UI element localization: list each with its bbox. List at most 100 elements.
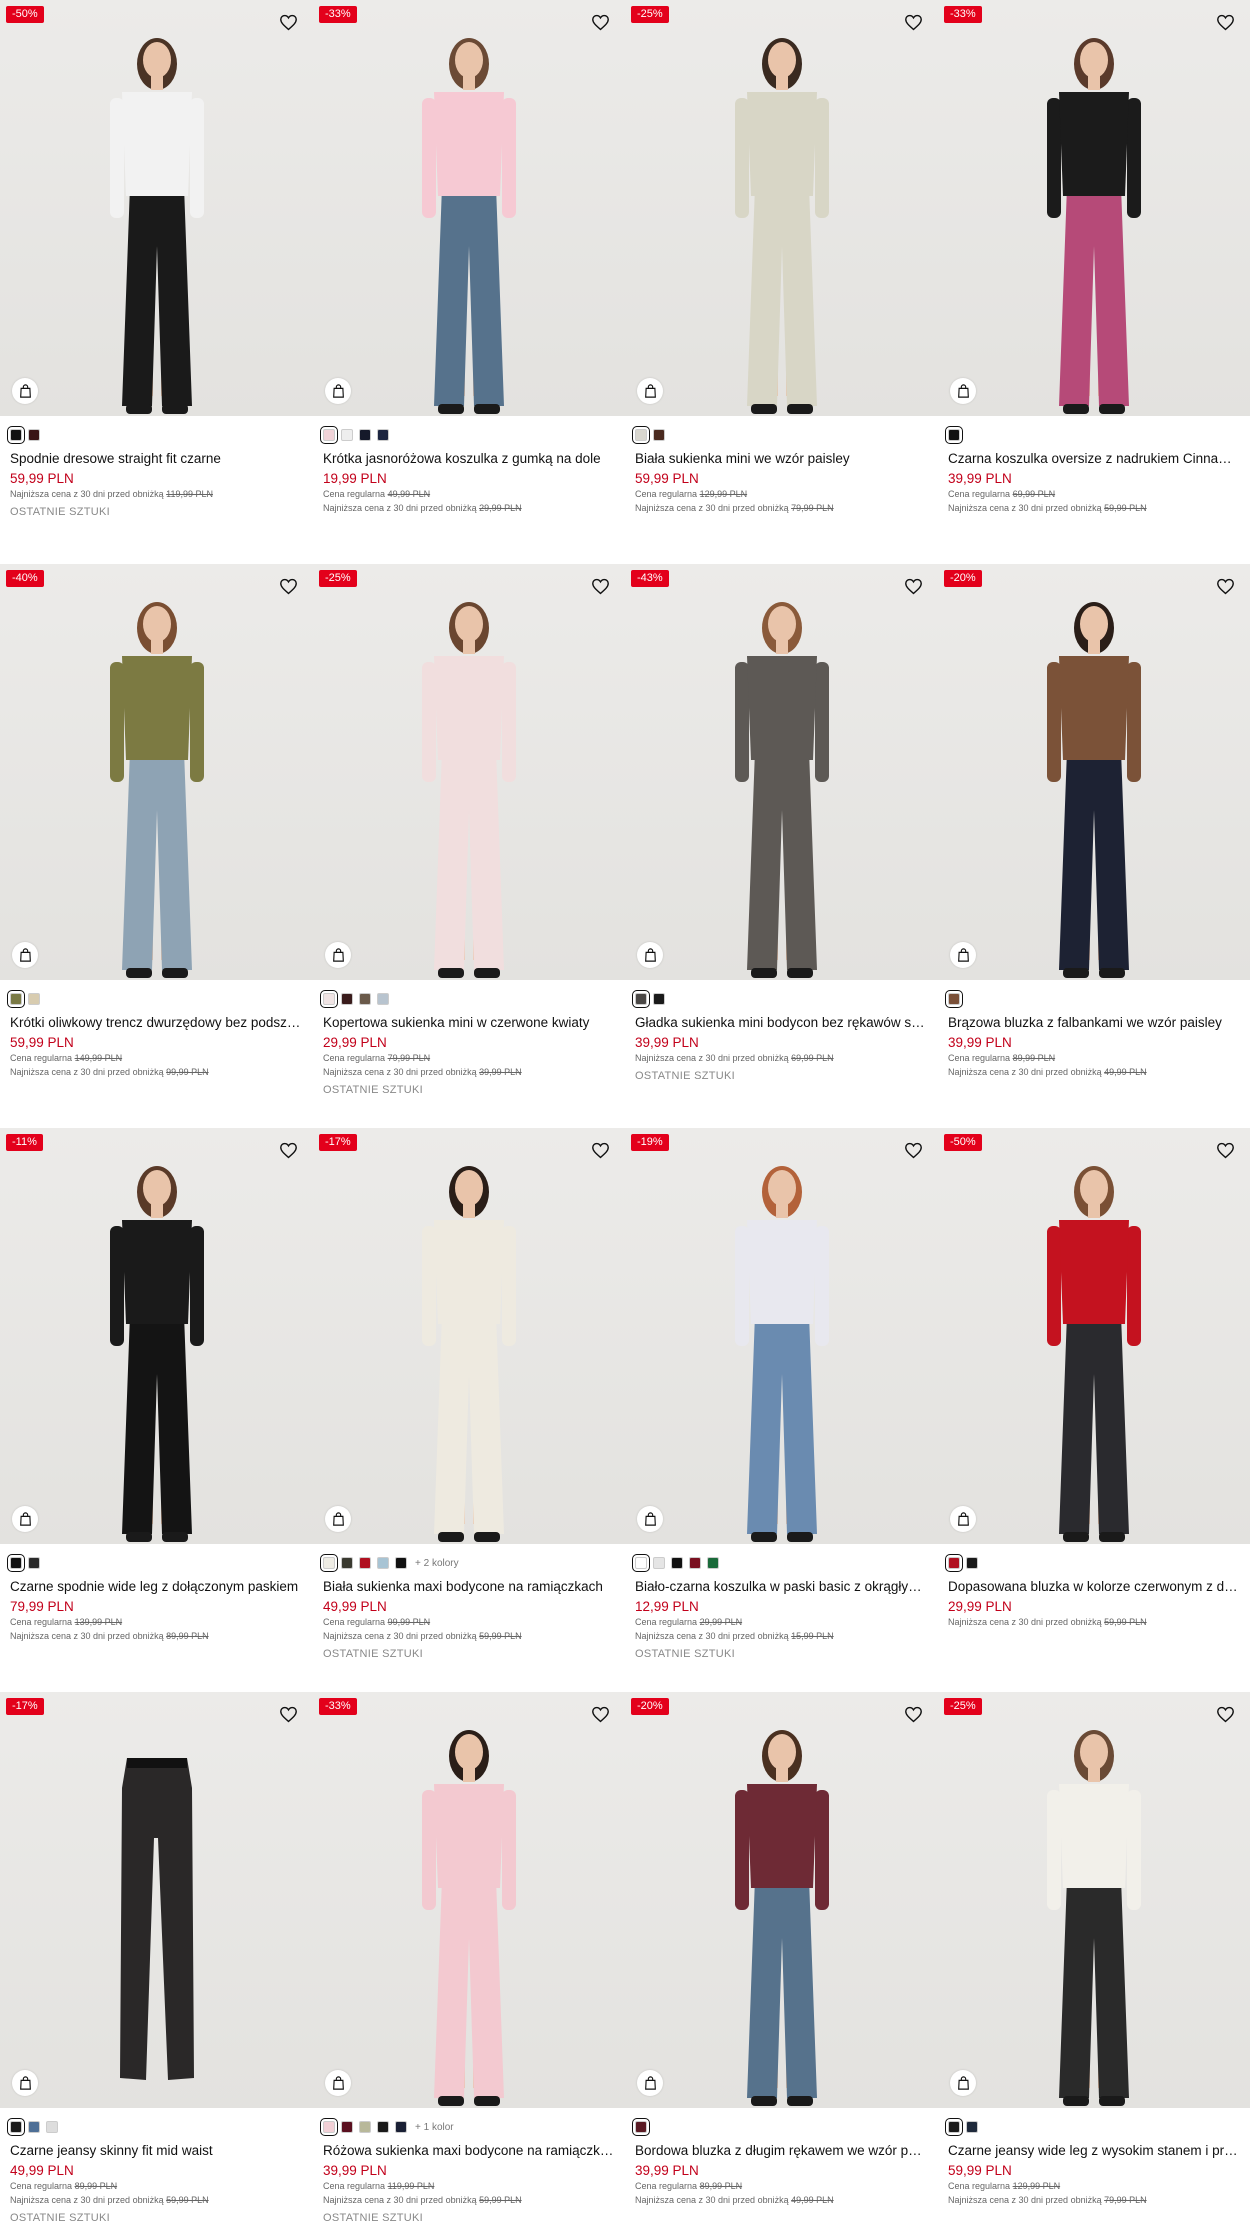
shopping-bag-icon[interactable] [950, 942, 976, 968]
product-card[interactable]: -17% Czarne jeansy skinny fit mid waist 49… [0, 1692, 313, 2239]
product-card[interactable]: -20% Brązowa bluzka z falbankami we wzór … [938, 564, 1250, 1128]
product-photo[interactable]: -11% [0, 1128, 313, 1544]
product-name[interactable]: Spodnie dresowe straight fit czarne [0, 444, 313, 466]
heart-icon[interactable] [588, 1702, 612, 1726]
color-swatch[interactable] [395, 1557, 407, 1569]
product-card[interactable]: -25% Kopertowa sukienka mini w czerwone k… [313, 564, 625, 1128]
more-colors-label[interactable]: + 1 kolor [415, 2122, 454, 2133]
shopping-bag-icon[interactable] [950, 1506, 976, 1532]
product-name[interactable]: Różowa sukienka maxi bodycone na ramiącz… [313, 2136, 625, 2158]
color-swatch[interactable] [966, 2121, 978, 2133]
heart-icon[interactable] [276, 10, 300, 34]
color-swatch[interactable] [359, 1557, 371, 1569]
color-swatch[interactable] [653, 429, 665, 441]
heart-icon[interactable] [901, 10, 925, 34]
product-name[interactable]: Dopasowana bluzka w kolorze czerwonym z … [938, 1572, 1250, 1594]
product-card[interactable]: -25% Biała sukienka mini we wzór paisley 5… [625, 0, 938, 564]
color-swatch[interactable] [320, 990, 338, 1008]
color-swatch[interactable] [689, 1557, 701, 1569]
color-swatch[interactable] [7, 426, 25, 444]
product-photo[interactable]: -50% [938, 1128, 1250, 1544]
color-swatch[interactable] [341, 2121, 353, 2133]
heart-icon[interactable] [276, 1138, 300, 1162]
product-photo[interactable]: -40% [0, 564, 313, 980]
color-swatch[interactable] [945, 990, 963, 1008]
color-swatch[interactable] [28, 429, 40, 441]
product-card[interactable]: -33% + 1 kolor Różowa sukienka maxi bodyco… [313, 1692, 625, 2239]
color-swatch[interactable] [28, 1557, 40, 1569]
color-swatch[interactable] [377, 993, 389, 1005]
heart-icon[interactable] [276, 574, 300, 598]
product-card[interactable]: -43% Gładka sukienka mini bodycon bez ręk… [625, 564, 938, 1128]
more-colors-label[interactable]: + 2 kolory [415, 1558, 459, 1569]
product-name[interactable]: Biała sukienka maxi bodycone na ramiączk… [313, 1572, 625, 1594]
product-name[interactable]: Krótka jasnoróżowa koszulka z gumką na d… [313, 444, 625, 466]
product-card[interactable]: -50% Dopasowana bluzka w kolorze czerwony… [938, 1128, 1250, 1692]
heart-icon[interactable] [901, 1138, 925, 1162]
color-swatch[interactable] [945, 1554, 963, 1572]
color-swatch[interactable] [395, 2121, 407, 2133]
product-photo[interactable]: -43% [625, 564, 938, 980]
color-swatch[interactable] [377, 2121, 389, 2133]
color-swatch[interactable] [671, 1557, 683, 1569]
shopping-bag-icon[interactable] [325, 378, 351, 404]
color-swatch[interactable] [320, 1554, 338, 1572]
shopping-bag-icon[interactable] [950, 378, 976, 404]
heart-icon[interactable] [901, 1702, 925, 1726]
color-swatch[interactable] [7, 990, 25, 1008]
product-card[interactable]: -17% + 2 kolory Biała sukienka maxi bodyco… [313, 1128, 625, 1692]
product-photo[interactable]: -33% [313, 1692, 625, 2108]
color-swatch[interactable] [341, 429, 353, 441]
color-swatch[interactable] [632, 1554, 650, 1572]
color-swatch[interactable] [359, 2121, 371, 2133]
color-swatch[interactable] [632, 426, 650, 444]
product-card[interactable]: -40% Krótki oliwkowy trencz dwurzędowy be… [0, 564, 313, 1128]
shopping-bag-icon[interactable] [12, 942, 38, 968]
color-swatch[interactable] [359, 993, 371, 1005]
product-card[interactable]: -20% Bordowa bluzka z długim rękawem we w… [625, 1692, 938, 2239]
shopping-bag-icon[interactable] [950, 2070, 976, 2096]
shopping-bag-icon[interactable] [637, 378, 663, 404]
product-photo[interactable]: -33% [313, 0, 625, 416]
color-swatch[interactable] [632, 990, 650, 1008]
color-swatch[interactable] [377, 429, 389, 441]
product-name[interactable]: Czarne jeansy skinny fit mid waist [0, 2136, 313, 2158]
shopping-bag-icon[interactable] [12, 2070, 38, 2096]
product-photo[interactable]: -25% [938, 1692, 1250, 2108]
shopping-bag-icon[interactable] [637, 2070, 663, 2096]
color-swatch[interactable] [653, 993, 665, 1005]
product-photo[interactable]: -17% [0, 1692, 313, 2108]
heart-icon[interactable] [588, 1138, 612, 1162]
color-swatch[interactable] [966, 1557, 978, 1569]
product-name[interactable]: Kopertowa sukienka mini w czerwone kwiat… [313, 1008, 625, 1030]
color-swatch[interactable] [320, 426, 338, 444]
product-card[interactable]: -50% Spodnie dresowe straight fit czarne 5… [0, 0, 313, 564]
product-name[interactable]: Gładka sukienka mini bodycon bez rękawów… [625, 1008, 938, 1030]
shopping-bag-icon[interactable] [325, 1506, 351, 1532]
heart-icon[interactable] [1213, 1702, 1237, 1726]
product-name[interactable]: Krótki oliwkowy trencz dwurzędowy bez po… [0, 1008, 313, 1030]
product-card[interactable]: -19% Biało-czarna koszulka w paski basic … [625, 1128, 938, 1692]
heart-icon[interactable] [588, 10, 612, 34]
color-swatch[interactable] [46, 2121, 58, 2133]
product-photo[interactable]: -19% [625, 1128, 938, 1544]
product-name[interactable]: Czarne jeansy wide leg z wysokim stanem … [938, 2136, 1250, 2158]
shopping-bag-icon[interactable] [325, 942, 351, 968]
shopping-bag-icon[interactable] [325, 2070, 351, 2096]
color-swatch[interactable] [341, 1557, 353, 1569]
color-swatch[interactable] [945, 2118, 963, 2136]
shopping-bag-icon[interactable] [637, 942, 663, 968]
product-name[interactable]: Brązowa bluzka z falbankami we wzór pais… [938, 1008, 1250, 1030]
product-photo[interactable]: -50% [0, 0, 313, 416]
color-swatch[interactable] [653, 1557, 665, 1569]
color-swatch[interactable] [28, 2121, 40, 2133]
heart-icon[interactable] [1213, 1138, 1237, 1162]
product-photo[interactable]: -33% [938, 0, 1250, 416]
heart-icon[interactable] [276, 1702, 300, 1726]
color-swatch[interactable] [7, 1554, 25, 1572]
color-swatch[interactable] [341, 993, 353, 1005]
color-swatch[interactable] [632, 2118, 650, 2136]
heart-icon[interactable] [901, 574, 925, 598]
shopping-bag-icon[interactable] [12, 378, 38, 404]
color-swatch[interactable] [359, 429, 371, 441]
